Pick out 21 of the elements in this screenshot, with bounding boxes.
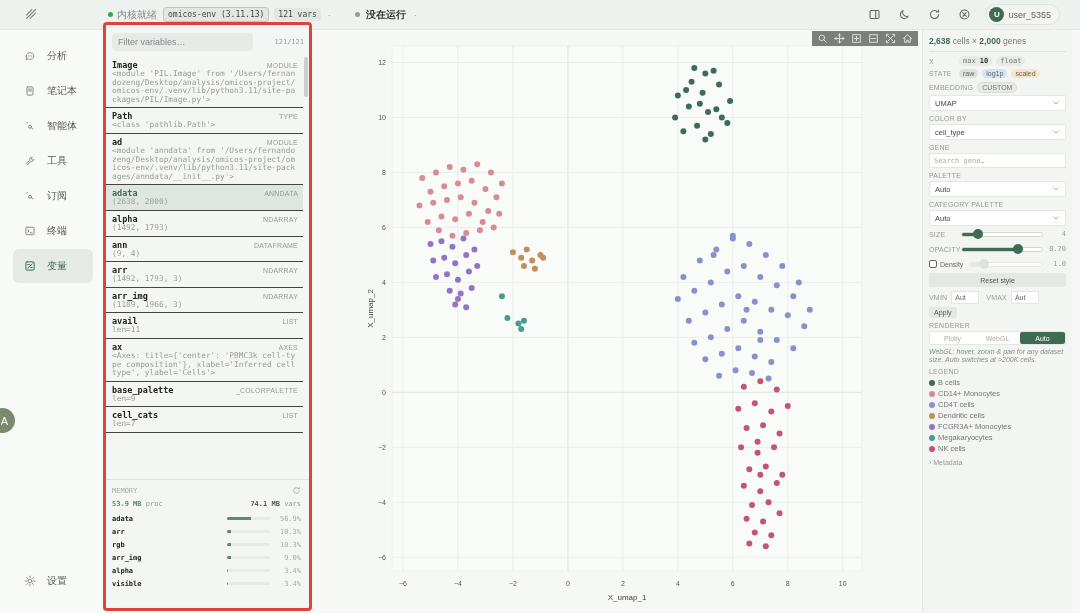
- separator-dot: ·: [327, 9, 331, 20]
- variable-name: cell_cats: [112, 410, 159, 421]
- variable-name: avail: [112, 316, 138, 327]
- y-axis-title: X_umap_2: [366, 289, 375, 328]
- variable-name: ax: [112, 341, 123, 352]
- variable-name: Image: [112, 60, 138, 70]
- vars-count: 121 vars: [274, 8, 321, 21]
- variable-name: arr_img: [112, 290, 148, 301]
- user-avatar: U: [989, 7, 1005, 22]
- dataset-summary: 2,638 cells × 2,000 genes: [929, 36, 1066, 52]
- variable-name: arr: [112, 265, 128, 276]
- variable-name: ann: [112, 239, 128, 250]
- run-status: 没在运行: [365, 7, 406, 22]
- kernel-status: 内核就绪: [117, 7, 157, 22]
- variable-name: base_palette: [112, 384, 174, 395]
- variable-name: ad: [112, 136, 123, 147]
- variable-name: alpha: [112, 213, 138, 224]
- separator-dot: ·: [413, 9, 417, 20]
- variable-name: Path: [112, 111, 133, 122]
- variable-name: adata: [112, 188, 138, 199]
- x-axis-title: X_umap_1: [607, 593, 647, 602]
